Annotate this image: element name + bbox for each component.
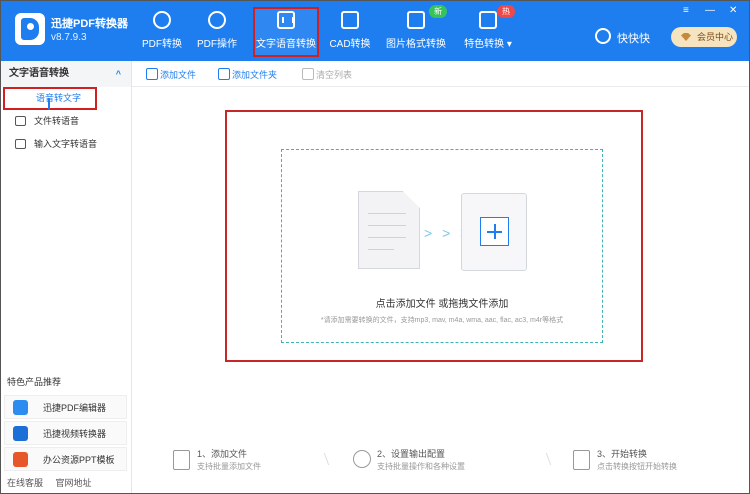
product-label: 迅捷PDF编辑器	[43, 403, 107, 413]
add-file-step-icon	[173, 450, 190, 470]
sidebar-item-speech-to-text[interactable]: 语音转文字	[3, 87, 97, 110]
convert-icon	[153, 11, 171, 29]
nav-label: PDF操作	[197, 39, 237, 50]
step-start-convert: 3、开始转换 点击转换按钮开始转换	[573, 448, 677, 476]
nav-label: 特色转换 ▾	[464, 39, 512, 50]
app-logo	[15, 13, 45, 45]
doc-line	[368, 249, 394, 250]
nav-label: CAD转换	[329, 39, 371, 50]
product-label: 办公资源PPT模板	[43, 455, 115, 465]
ppt-icon	[13, 452, 28, 467]
nav-cad-convert[interactable]: CAD转换	[327, 7, 373, 57]
online-service-link[interactable]: 在线客服	[7, 478, 43, 488]
nav-label: PDF转换	[142, 39, 182, 50]
step-separator	[316, 453, 330, 465]
close-icon[interactable]: ✕	[729, 5, 737, 16]
video-converter-icon	[13, 426, 28, 441]
featured-products: 特色产品推荐 迅捷PDF编辑器 迅捷视频转换器 办公资源PPT模板	[1, 375, 132, 473]
toolbar: 添加文件 添加文件夹 清空列表	[132, 61, 749, 87]
pdf-operate-icon	[208, 11, 226, 29]
product-pdf-editor[interactable]: 迅捷PDF编辑器	[4, 395, 127, 419]
nav-pdf-operate[interactable]: PDF操作	[194, 7, 240, 57]
text-icon	[15, 139, 26, 149]
plus-icon[interactable]	[480, 217, 509, 246]
nav-image-convert[interactable]: 新 图片格式转换	[385, 5, 447, 57]
document-icon	[15, 116, 26, 126]
sidebar-item-label: 语音转文字	[36, 93, 82, 103]
sidebar: 文字语音转换 ^ 语音转文字 文件转语音 输入文字转语音 特色产品推荐 迅捷PD…	[1, 61, 132, 493]
nav-label: 文字语音转换	[256, 39, 316, 50]
product-label: 迅捷视频转换器	[43, 429, 107, 439]
sidebar-item-label: 文件转语音	[34, 116, 80, 126]
nav-text-voice[interactable]: 文字语音转换	[253, 7, 319, 57]
new-badge: 新	[429, 5, 447, 18]
voice-wave-icon	[277, 11, 295, 29]
add-file-button[interactable]: 添加文件	[146, 68, 196, 81]
add-folder-button[interactable]: 添加文件夹	[218, 68, 277, 81]
step-title: 2、设置输出配置	[377, 449, 446, 459]
step-separator	[538, 453, 552, 465]
chevron-up-icon[interactable]: ^	[116, 61, 121, 87]
step-title: 3、开始转换	[597, 449, 648, 459]
top-bar: 迅捷PDF转换器 v8.7.9.3 PDF转换 PDF操作 文字语音转换 CAD…	[1, 1, 749, 61]
user-name[interactable]: 快快快	[617, 30, 650, 46]
drop-zone-hint: *请添加需要转换的文件，支持mp3, mav, m4a, wma, aac, f…	[320, 317, 564, 324]
sidebar-section-header[interactable]: 文字语音转换 ^	[1, 61, 131, 87]
image-icon	[407, 11, 425, 29]
menu-icon[interactable]: ≡	[683, 5, 689, 16]
sidebar-item-text-to-speech[interactable]: 输入文字转语音	[1, 133, 131, 156]
product-video-converter[interactable]: 迅捷视频转换器	[4, 421, 127, 445]
step-subtitle: 支持批量操作和各种设置	[377, 462, 465, 471]
sidebar-footer: 在线客服 官网地址	[7, 476, 102, 489]
step-output-settings: 2、设置输出配置 支持批量操作和各种设置	[353, 448, 465, 476]
gear-icon	[353, 450, 371, 468]
app-name: 迅捷PDF转换器	[51, 18, 128, 30]
clear-list-button[interactable]: 清空列表	[302, 68, 352, 81]
doc-line	[368, 225, 406, 226]
step-subtitle: 点击转换按钮开始转换	[597, 462, 677, 471]
featured-title: 特色产品推荐	[7, 377, 62, 387]
hot-badge: 热	[497, 5, 515, 18]
doc-line	[368, 237, 406, 238]
diamond-icon	[681, 33, 691, 41]
step-add-files: 1、添加文件 支持批量添加文件	[173, 448, 261, 476]
doc-line	[368, 213, 406, 214]
app-version: v8.7.9.3	[51, 32, 87, 43]
step-subtitle: 支持批量添加文件	[197, 462, 261, 471]
cad-icon	[341, 11, 359, 29]
file-drop-zone[interactable]	[281, 149, 603, 343]
sidebar-item-file-to-speech[interactable]: 文件转语音	[1, 110, 131, 133]
nav-special-convert[interactable]: 热 特色转换 ▾	[459, 5, 517, 57]
nav-label: 图片格式转换	[386, 39, 446, 50]
convert-step-icon	[573, 450, 590, 470]
nav-pdf-convert[interactable]: PDF转换	[139, 7, 185, 57]
drop-zone-title[interactable]: 点击添加文件 或拖拽文件添加	[281, 295, 603, 310]
app-window: 迅捷PDF转换器 v8.7.9.3 PDF转换 PDF操作 文字语音转换 CAD…	[0, 0, 750, 494]
step-title: 1、添加文件	[197, 449, 248, 459]
website-link[interactable]: 官网地址	[56, 478, 92, 488]
user-avatar-icon[interactable]	[595, 28, 611, 44]
star-icon	[479, 11, 497, 29]
sidebar-item-label: 输入文字转语音	[34, 139, 98, 149]
vip-center-button[interactable]: 会员中心	[671, 27, 737, 47]
document-icon	[358, 191, 420, 269]
sidebar-section-title: 文字语音转换	[9, 68, 69, 79]
product-ppt-templates[interactable]: 办公资源PPT模板	[4, 447, 127, 471]
minimize-icon[interactable]: —	[705, 5, 715, 16]
vip-label: 会员中心	[697, 32, 734, 42]
pdf-editor-icon	[13, 400, 28, 415]
